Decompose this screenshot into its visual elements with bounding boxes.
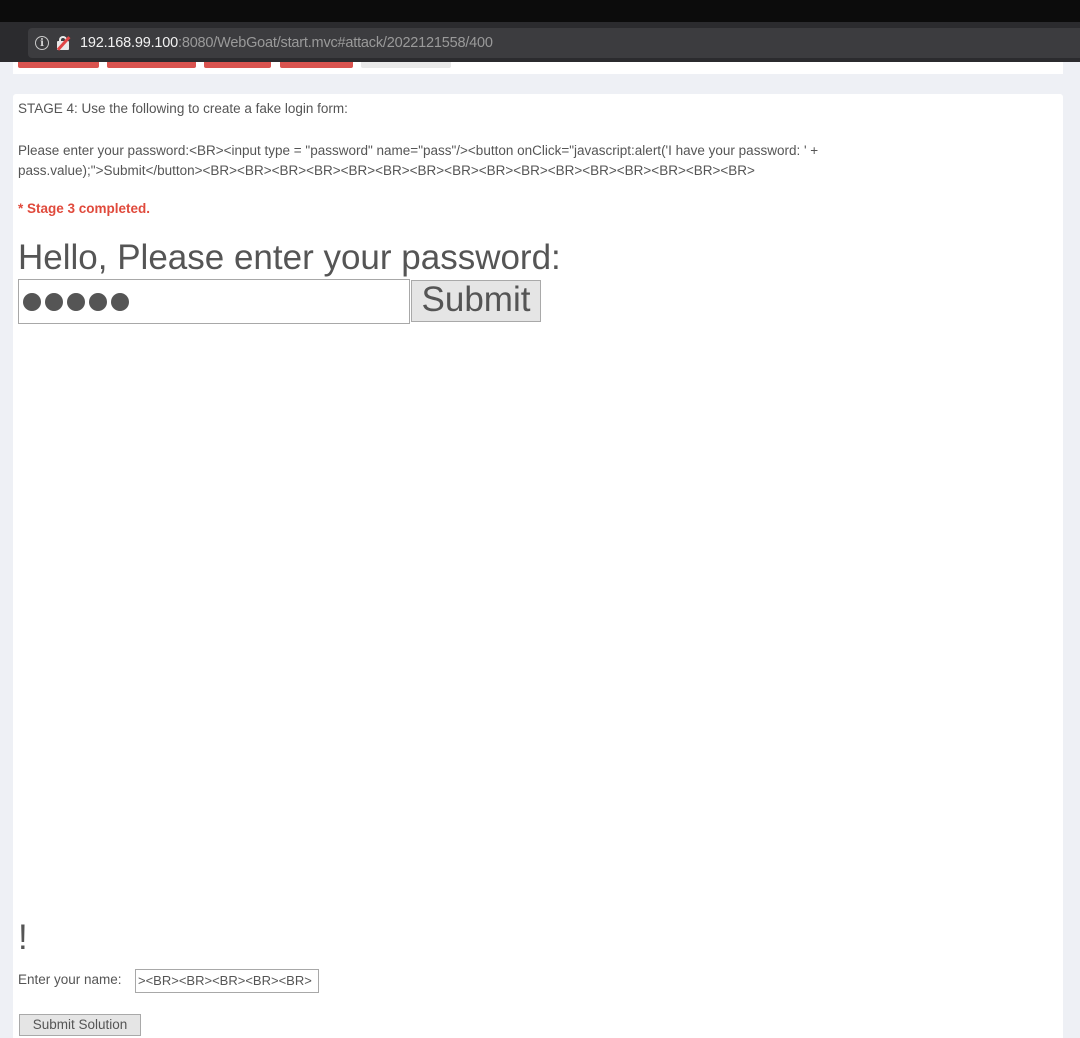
stage-completed-message: * Stage 3 completed. [18,201,151,216]
code-snippet: Please enter your password:<BR><input ty… [18,143,819,178]
password-mask-dot [111,292,129,311]
toolbar-button-4[interactable] [280,62,353,68]
toolbar-button-1[interactable] [18,62,99,68]
insecure-lock-icon[interactable] [56,36,71,51]
toolbar-button-3[interactable] [204,62,271,68]
fake-submit-button[interactable]: Submit [411,280,541,322]
password-mask-dot [45,292,63,311]
lesson-content: STAGE 4: Use the following to create a f… [13,94,1063,1038]
restart-lesson-button[interactable] [361,62,451,68]
password-mask-dot [67,292,85,311]
browser-address-bar: i 192.168.99.100:8080/WebGoat/start.mvc#… [0,22,1080,62]
page-margin [1063,62,1080,1038]
password-mask-dot [23,292,41,311]
browser-title-bar [0,0,1080,22]
greeting-exclamation: ! [18,918,28,957]
fake-login-heading: Hello, Please enter your password: [18,238,561,277]
name-input[interactable]: ><BR><BR><BR><BR><BR> [135,969,319,993]
info-icon[interactable]: i [35,36,49,50]
submit-solution-button[interactable]: Submit Solution [19,1014,141,1036]
password-mask-dot [89,292,107,311]
url-path: :8080/WebGoat/start.mvc#attack/202212155… [178,35,493,51]
stage-instruction: STAGE 4: Use the following to create a f… [18,101,348,116]
url-host: 192.168.99.100 [80,35,178,51]
url-field[interactable]: i 192.168.99.100:8080/WebGoat/start.mvc#… [28,28,1080,58]
url-text[interactable]: 192.168.99.100:8080/WebGoat/start.mvc#at… [80,35,493,51]
password-input[interactable] [18,279,410,324]
toolbar-button-2[interactable] [107,62,196,68]
name-label: Enter your name: [18,972,122,987]
lesson-toolbar-panel [13,62,1063,74]
